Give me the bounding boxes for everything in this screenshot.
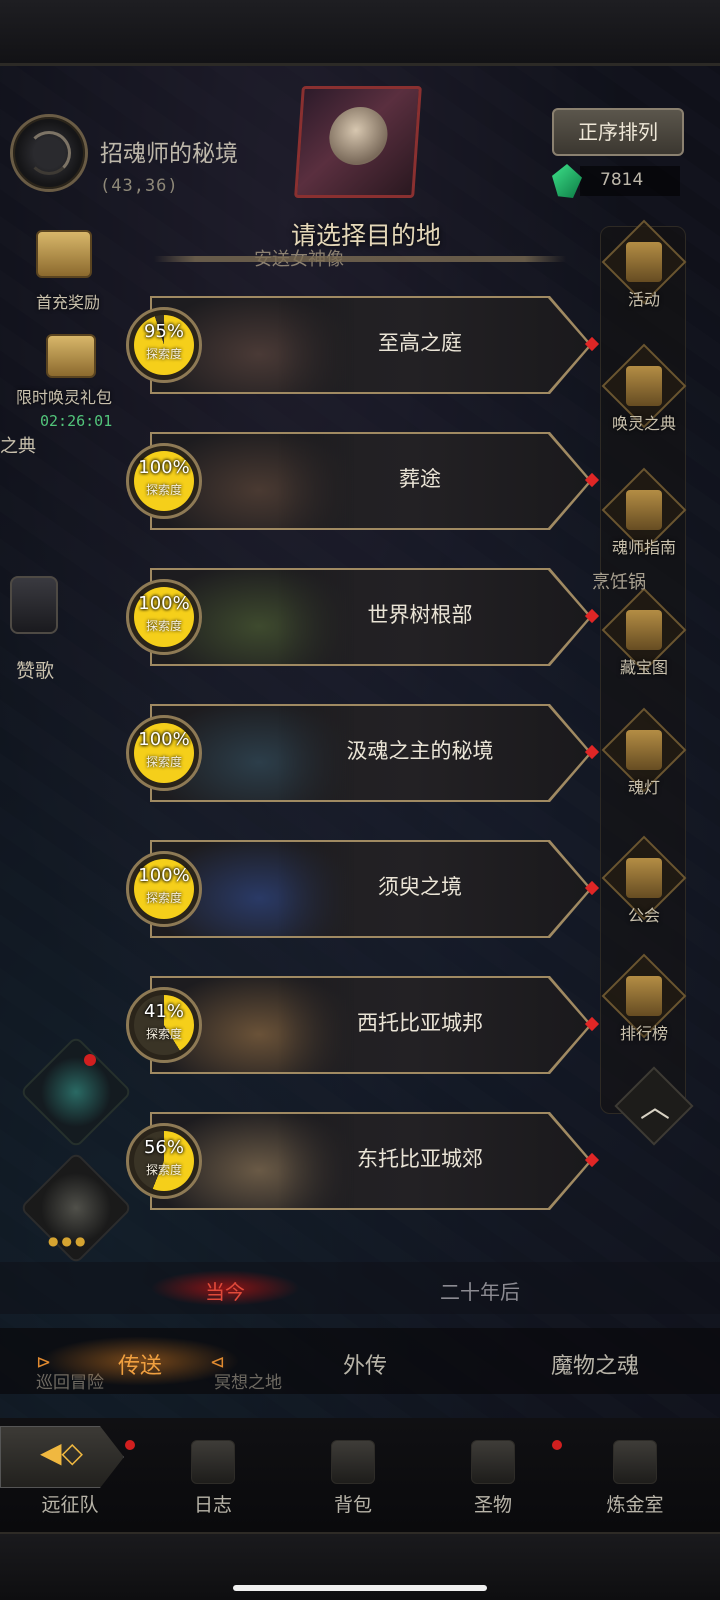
cooking-pot-label: 烹饪锅	[592, 572, 646, 593]
menu-label: 魂灯	[627, 778, 660, 797]
destination-card[interactable]: 葬途	[150, 432, 600, 530]
relic-icon	[471, 1440, 515, 1484]
destination-card[interactable]: 至高之庭	[150, 296, 600, 394]
menu-label: 排行榜	[619, 1024, 668, 1043]
nav-label: 日志	[193, 1494, 232, 1516]
exploration-progress: 56% 探索度	[126, 1123, 202, 1199]
harp-icon[interactable]	[10, 576, 58, 634]
sort-order-button[interactable]: 正序排列	[552, 108, 684, 156]
progress-percent: 100%	[138, 457, 190, 478]
destination-card[interactable]: 须臾之境	[150, 840, 600, 938]
soul-lamp-icon	[626, 730, 662, 770]
era-tab-future[interactable]: 二十年后	[440, 1276, 520, 1305]
destination-name: 西托比亚城邦	[357, 1011, 483, 1035]
progress-label: 探索度	[145, 347, 182, 361]
exploration-progress: 100% 探索度	[126, 851, 202, 927]
limited-pack-timer: 02:26:01	[40, 412, 113, 430]
destination-name: 汲魂之主的秘境	[346, 739, 494, 763]
hymn-label: 赞歌	[16, 660, 55, 682]
destination-name: 至高之庭	[378, 331, 462, 355]
progress-percent: 41%	[143, 1001, 184, 1022]
tome-icon	[626, 366, 662, 406]
hero-portrait[interactable]	[294, 86, 422, 198]
nav-label: 炼金室	[606, 1494, 664, 1516]
progress-percent: 100%	[138, 729, 190, 750]
home-indicator[interactable]	[233, 1585, 487, 1591]
nav-label: 圣物	[473, 1494, 512, 1516]
dialog-title: 请选择目的地	[290, 221, 441, 250]
exploration-progress: 100% 探索度	[126, 443, 202, 519]
chevron-up-icon: ︿	[640, 1090, 670, 1125]
back-arrow-icon: ◀◇	[40, 1436, 84, 1469]
location-emblem-icon[interactable]	[10, 114, 88, 192]
exploration-progress: 100% 探索度	[126, 715, 202, 791]
progress-label: 探索度	[145, 1027, 182, 1041]
menu-label: 唤灵之典	[611, 414, 676, 433]
menu-label: 活动	[627, 290, 660, 309]
currency-amount: 7814	[600, 170, 644, 190]
treasure-map-icon	[626, 610, 662, 650]
trophy-icon	[626, 976, 662, 1016]
progress-label: 探索度	[145, 891, 182, 905]
destination-name: 葬途	[399, 467, 441, 491]
menu-label: 公会	[627, 906, 660, 925]
destination-card[interactable]: 世界树根部	[150, 568, 600, 666]
gift-box-icon	[46, 334, 96, 378]
exploration-progress: 100% 探索度	[126, 579, 202, 655]
limited-pack-label: 限时唤灵礼包	[16, 388, 113, 407]
top-frame	[0, 0, 720, 66]
tab-lore[interactable]: 外传	[330, 1348, 400, 1380]
destination-name: 世界树根部	[367, 603, 473, 627]
exploration-progress: 41% 探索度	[126, 987, 202, 1063]
guide-icon	[626, 490, 662, 530]
partial-menu-label: 之典	[0, 436, 36, 457]
location-name: 招魂师的秘境	[100, 141, 238, 167]
guild-icon	[626, 858, 662, 898]
era-tab-bar	[0, 1262, 720, 1314]
progress-label: 探索度	[145, 483, 182, 497]
menu-label: 藏宝图	[619, 658, 668, 677]
journal-icon	[191, 1440, 235, 1484]
progress-label: 探索度	[145, 1163, 182, 1177]
destination-name: 东托比亚城郊	[357, 1147, 483, 1171]
nav-label: 背包	[333, 1494, 372, 1516]
first-charge-label: 首充奖励	[36, 293, 101, 312]
destination-card[interactable]: 西托比亚城邦	[150, 976, 600, 1074]
destination-card[interactable]: 汲魂之主的秘境	[150, 704, 600, 802]
progress-label: 探索度	[145, 755, 182, 769]
progress-percent: 100%	[138, 865, 190, 886]
pager-dots: ●●●	[48, 1234, 89, 1248]
progress-percent: 100%	[138, 593, 190, 614]
progress-percent: 56%	[143, 1137, 184, 1158]
title-divider	[154, 256, 566, 262]
alchemy-icon	[613, 1440, 657, 1484]
progress-percent: 95%	[143, 321, 184, 342]
destination-name: 须臾之境	[378, 875, 462, 899]
notification-dot	[125, 1440, 135, 1450]
progress-label: 探索度	[145, 619, 182, 633]
arrow-left-icon: ⊳	[36, 1352, 52, 1373]
location-coords: (43,36)	[100, 176, 179, 196]
nav-label: 远征队	[41, 1494, 99, 1516]
notification-dot	[84, 1054, 96, 1066]
tab-teleport[interactable]: 传送	[100, 1348, 180, 1380]
arrow-right-icon: ⊲	[210, 1352, 226, 1373]
backpack-icon	[331, 1440, 375, 1484]
exploration-progress: 95% 探索度	[126, 307, 202, 383]
notification-dot	[552, 1440, 562, 1450]
tab-monster-souls[interactable]: 魔物之魂	[530, 1348, 660, 1380]
era-tab-current[interactable]: 当今	[190, 1276, 260, 1305]
destination-card[interactable]: 东托比亚城郊	[150, 1112, 600, 1210]
menu-label: 魂师指南	[611, 538, 676, 557]
